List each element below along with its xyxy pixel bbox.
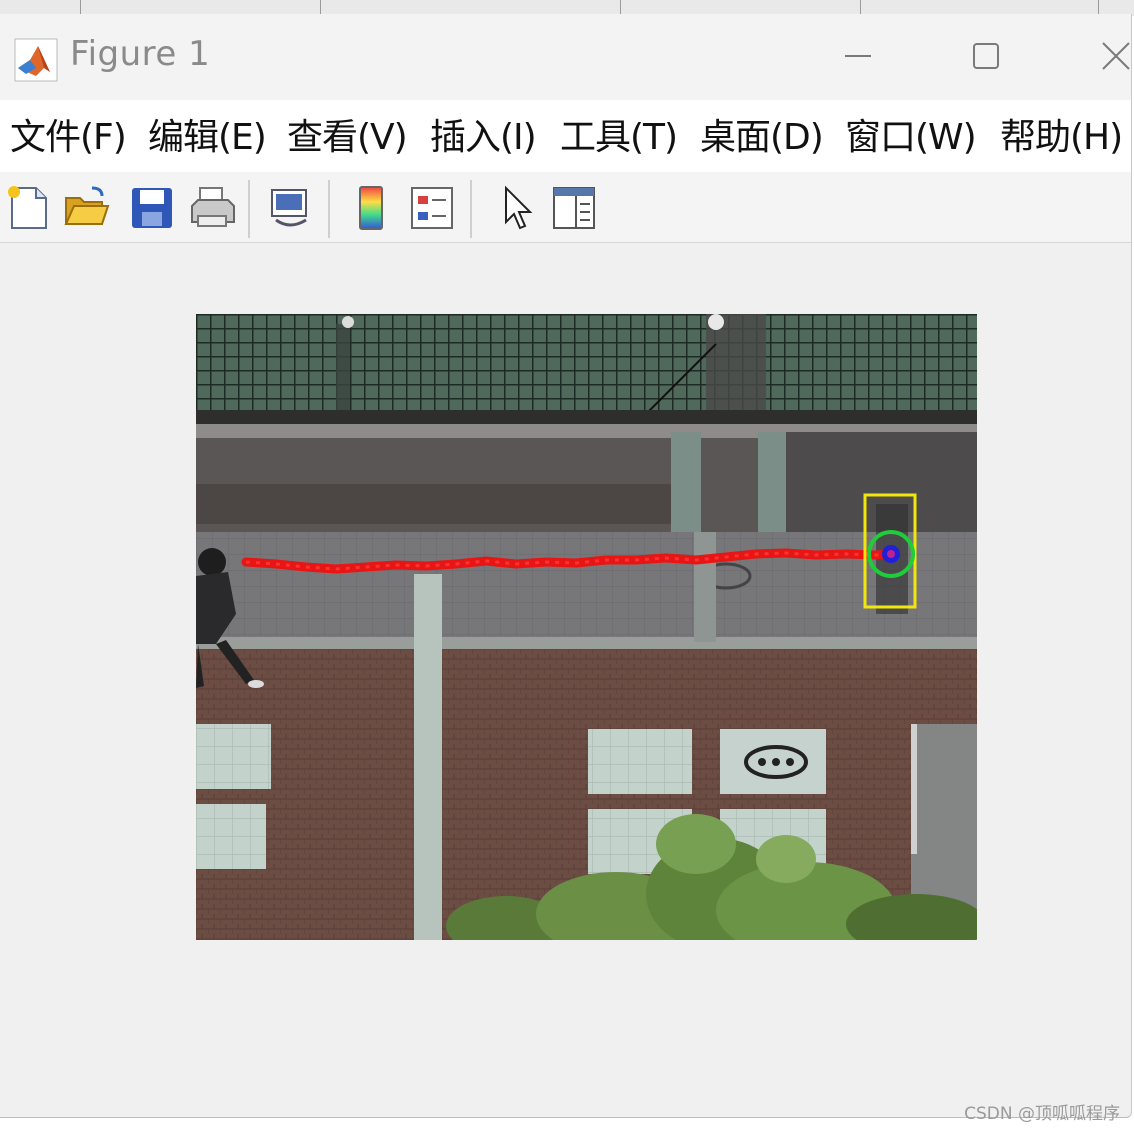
menu-insert[interactable]: 插入(I) [430,108,537,160]
matlab-logo-icon [14,38,58,82]
watermark: CSDN @顶呱呱程序 [964,1104,1120,1124]
title-bar[interactable]: Figure 1 [0,14,1131,102]
insert-legend-icon[interactable] [408,184,456,232]
fence-region [196,314,977,414]
figure-toolbar [0,172,1131,243]
figure-axes-image[interactable] [196,314,977,940]
menu-bar: 文件(F) 编辑(E) 查看(V) 插入(I) 工具(T) 桌面(D) 窗口(W… [0,100,1131,173]
property-inspector-icon[interactable] [550,184,598,232]
print-icon[interactable] [188,184,236,232]
toolbar-separator [248,180,250,238]
insert-colorbar-icon[interactable] [348,184,396,232]
open-file-icon[interactable] [62,184,110,232]
menu-view[interactable]: 查看(V) [287,108,408,160]
menu-file[interactable]: 文件(F) [10,108,127,160]
minimize-icon [845,55,871,57]
menu-window[interactable]: 窗口(W) [845,108,977,160]
close-button[interactable] [1088,34,1134,78]
edit-plot-arrow-icon[interactable] [494,184,542,232]
close-icon [1102,42,1130,70]
maximize-icon [973,43,999,69]
window-title: Figure 1 [70,34,211,74]
minimize-button[interactable] [830,34,886,78]
walkway [196,532,977,642]
toolbar-separator [470,180,472,238]
new-figure-icon[interactable] [4,184,52,232]
menu-help[interactable]: 帮助(H) [1000,108,1123,160]
menu-tools[interactable]: 工具(T) [560,108,678,160]
save-icon[interactable] [128,184,176,232]
toolbar-separator [328,180,330,238]
figure-window: Figure 1 文件(F) 编辑(E) 查看(V) 插入(I) 工具(T) 桌… [0,14,1132,1118]
menu-desktop[interactable]: 桌面(D) [700,108,824,160]
menu-edit[interactable]: 编辑(E) [148,108,267,160]
maximize-button[interactable] [958,34,1014,78]
link-plot-icon[interactable] [266,184,314,232]
